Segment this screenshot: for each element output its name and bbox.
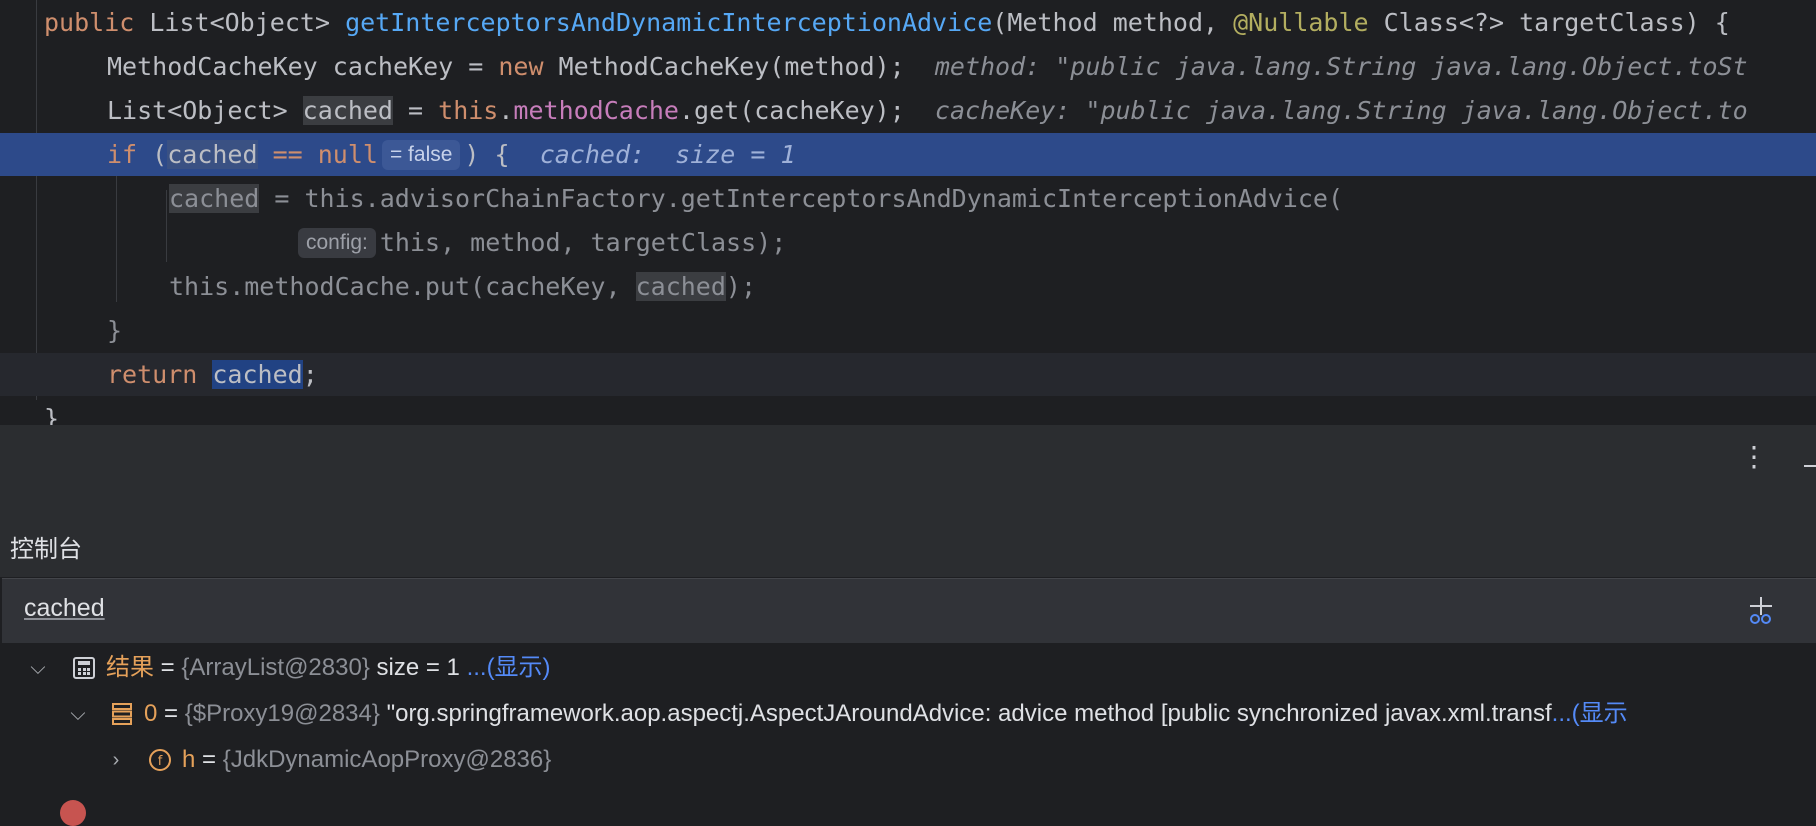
svg-text:f: f bbox=[158, 754, 163, 769]
array-element-icon bbox=[112, 703, 132, 725]
show-link[interactable]: ...(显示 bbox=[1552, 700, 1628, 727]
inlay-hint-param: config: bbox=[298, 228, 376, 258]
code-line-6[interactable]: config: this, method, targetClass); bbox=[0, 221, 1816, 264]
code-line-2[interactable]: MethodCacheKey cacheKey = new MethodCach… bbox=[0, 45, 1816, 88]
chevron-down-icon[interactable]: ⌵ bbox=[68, 691, 88, 737]
console-tab-header: 控制台 bbox=[0, 507, 1816, 577]
variable-occurrence: cached bbox=[635, 272, 726, 301]
minimize-icon[interactable] bbox=[1804, 465, 1816, 467]
variable-occurrence: cached bbox=[302, 96, 393, 125]
code-line-1[interactable]: public List<Object> getInterceptorsAndDy… bbox=[0, 1, 1816, 44]
field-icon: f bbox=[149, 749, 171, 771]
annotation: @Nullable bbox=[1233, 8, 1369, 37]
variable-occurrence: cached bbox=[212, 360, 303, 389]
code-line-10[interactable]: } bbox=[0, 397, 1816, 425]
method-name: getInterceptorsAndDynamicInterceptionAdv… bbox=[345, 8, 993, 37]
tree-row-result[interactable]: ⌵ 结果 = {ArrayList@2830} size = 1 ...(显示) bbox=[0, 645, 1816, 691]
inline-debug-value: cacheKey: "public java.lang.String java.… bbox=[934, 96, 1748, 125]
code-editor[interactable]: public List<Object> getInterceptorsAndDy… bbox=[0, 0, 1816, 425]
variables-tree[interactable]: ⌵ 结果 = {ArrayList@2830} size = 1 ...(显示)… bbox=[0, 643, 1816, 810]
debug-toolbar: ⋮ bbox=[0, 425, 1816, 508]
tree-row-field-h[interactable]: › f h = {JdkDynamicAopProxy@2836} bbox=[0, 737, 1816, 783]
variable-occurrence: cached bbox=[169, 184, 260, 213]
chevron-right-icon[interactable]: › bbox=[106, 737, 126, 783]
error-icon bbox=[60, 800, 86, 826]
variable-occurrence: cached bbox=[167, 140, 258, 169]
code-line-7[interactable]: this.methodCache.put(cacheKey, cached); bbox=[0, 265, 1816, 308]
inline-debug-value: cached: size = 1 bbox=[539, 140, 796, 169]
execution-point-line[interactable]: if (cached == null = false) { cached: siz… bbox=[0, 133, 1816, 176]
chevron-down-icon[interactable]: ⌵ bbox=[28, 645, 48, 691]
code-line-8[interactable]: } bbox=[0, 309, 1816, 352]
inline-debug-value: method: "public java.lang.String java.la… bbox=[934, 52, 1748, 81]
tree-row-element-0[interactable]: ⌵ 0 = {$Proxy19@2834} "org.springframewo… bbox=[0, 691, 1816, 737]
code-line-9[interactable]: return cached; bbox=[0, 353, 1816, 396]
calculator-icon bbox=[73, 657, 95, 679]
console-tab[interactable]: 控制台 bbox=[10, 529, 82, 564]
show-link[interactable]: ...(显示) bbox=[467, 654, 551, 681]
evaluate-expression-bar[interactable]: cached bbox=[2, 578, 1816, 644]
more-options-icon[interactable]: ⋮ bbox=[1740, 443, 1768, 471]
code-line-3[interactable]: List<Object> cached = this.methodCache.g… bbox=[0, 89, 1816, 132]
inlay-hint-value: = false bbox=[381, 140, 461, 170]
code-line-5[interactable]: cached = this.advisorChainFactory.getInt… bbox=[0, 177, 1816, 220]
evaluate-expression-input[interactable]: cached bbox=[24, 594, 105, 623]
field-ref: methodCache bbox=[513, 96, 679, 125]
add-to-watches-icon[interactable] bbox=[1744, 593, 1778, 627]
